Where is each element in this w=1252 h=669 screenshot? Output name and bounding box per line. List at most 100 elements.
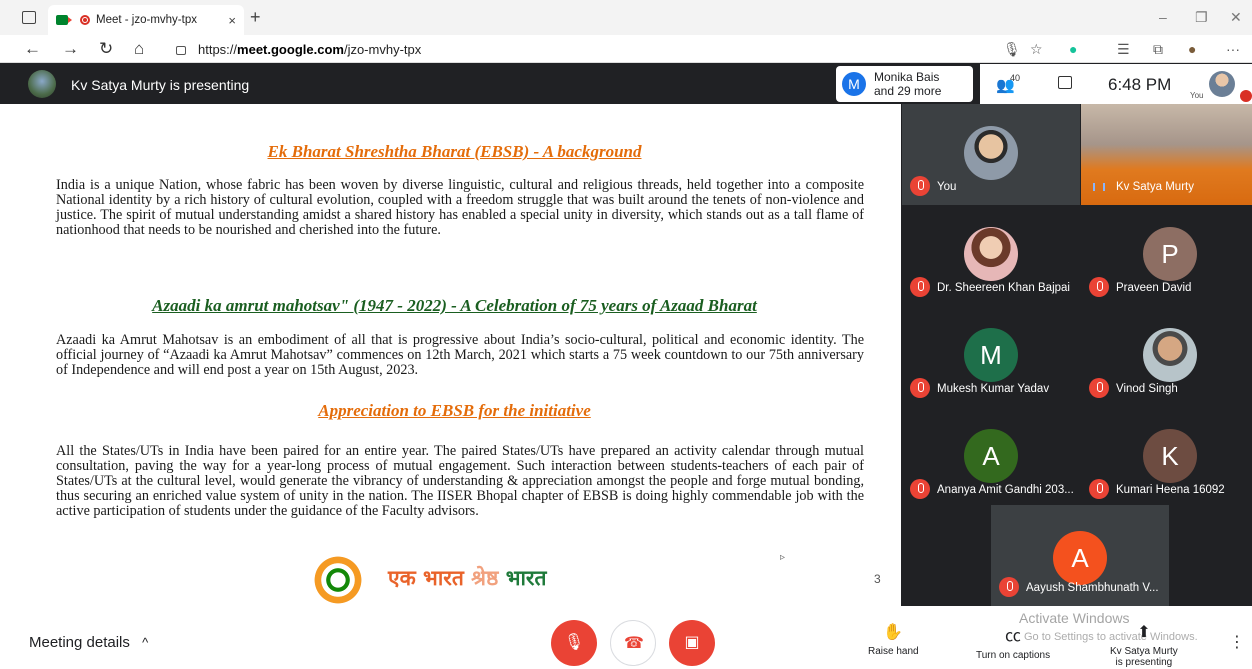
presenter-avatar bbox=[28, 70, 56, 98]
browser-menu-button[interactable]: ··· bbox=[1226, 41, 1240, 57]
presenting-banner: Kv Satya Murty is presenting bbox=[71, 77, 250, 93]
muted-mic-icon bbox=[1089, 378, 1109, 398]
browser-tab-meet[interactable]: Meet - jzo-mvhy-tpx × bbox=[48, 5, 244, 35]
ebsb-logo bbox=[305, 555, 371, 605]
browser-tab-bar: Meet - jzo-mvhy-tpx × + – ❐ ✕ bbox=[0, 0, 1252, 35]
speaker-avatar: M bbox=[842, 72, 866, 96]
muted-mic-icon bbox=[1089, 277, 1109, 297]
url-host: meet.google.com bbox=[237, 41, 344, 57]
participant-avatar bbox=[964, 227, 1018, 281]
active-speaker-more: and 29 more bbox=[874, 84, 942, 98]
chevron-up-icon: ^ bbox=[142, 635, 149, 650]
slide-heading-ebsb: Ek Bharat Shreshtha Bharat (EBSB) - A ba… bbox=[267, 142, 642, 161]
participant-name: Ananya Amit Gandhi 203... bbox=[937, 484, 1074, 496]
self-view-label: You bbox=[1190, 91, 1204, 100]
collections-icon[interactable]: ⧉ bbox=[1153, 41, 1163, 58]
reload-button[interactable]: ↻ bbox=[99, 39, 113, 59]
tab-title: Meet - jzo-mvhy-tpx bbox=[96, 14, 197, 26]
speaking-indicator-icon bbox=[1093, 183, 1105, 191]
participant-avatar: A bbox=[964, 429, 1018, 483]
participant-name: You bbox=[937, 181, 957, 193]
participant-avatar: K bbox=[1143, 429, 1197, 483]
participant-name: Kv Satya Murty bbox=[1116, 181, 1194, 193]
participant-count: 40 bbox=[1010, 73, 1021, 83]
new-tab-button[interactable]: + bbox=[250, 7, 261, 28]
raise-hand-label: Raise hand bbox=[868, 646, 919, 657]
participant-tile[interactable]: Vinod Singh bbox=[1081, 306, 1252, 407]
active-speakers-label: Monika Bais and 29 more bbox=[874, 70, 941, 98]
hand-icon: ✋ bbox=[883, 624, 904, 641]
participant-tile[interactable]: K Kumari Heena 16092 bbox=[1081, 407, 1252, 508]
meet-favicon-icon bbox=[56, 15, 72, 25]
chat-icon[interactable] bbox=[1058, 76, 1072, 89]
participant-avatar bbox=[964, 126, 1018, 180]
participant-tile[interactable]: A Aayush Shambhunath V... bbox=[991, 505, 1169, 606]
back-button[interactable]: ← bbox=[24, 39, 41, 59]
hang-up-icon: ☎ bbox=[624, 635, 644, 652]
present-screen-icon: ⬆ bbox=[1137, 624, 1151, 641]
participant-name: Vinod Singh bbox=[1116, 383, 1178, 395]
raise-hand-button[interactable]: ✋ Raise hand bbox=[868, 622, 919, 657]
favorites-icon[interactable]: ☰ bbox=[1117, 41, 1130, 58]
participant-avatar bbox=[1143, 328, 1197, 382]
slide-paragraph-ebsb: India is a unique Nation, whose fabric h… bbox=[56, 177, 864, 238]
leave-call-button[interactable]: ☎ bbox=[610, 620, 656, 666]
lock-icon bbox=[176, 46, 186, 55]
participant-name: Praveen David bbox=[1116, 282, 1192, 294]
more-options-button[interactable]: ⋮ bbox=[1229, 632, 1245, 652]
grammarly-extension-icon[interactable]: ● bbox=[1069, 41, 1077, 57]
muted-mic-icon bbox=[910, 277, 930, 297]
participant-name: Dr. Sheereen Khan Bajpai bbox=[937, 282, 1070, 294]
logo-word-bharat: भारत bbox=[505, 566, 547, 590]
muted-mic-icon bbox=[910, 479, 930, 499]
presentation-slide: Ek Bharat Shreshtha Bharat (EBSB) - A ba… bbox=[8, 104, 901, 606]
participant-tile[interactable]: P Praveen David bbox=[1081, 205, 1252, 306]
profile-avatar-icon[interactable]: ● bbox=[1188, 41, 1196, 57]
self-view-avatar[interactable] bbox=[1209, 71, 1235, 97]
meeting-details-label: Meeting details bbox=[29, 634, 130, 651]
presenting-line2: is presenting bbox=[1115, 657, 1173, 668]
mouse-pointer-icon: ▹ bbox=[780, 552, 786, 563]
captions-label: Turn on captions bbox=[976, 650, 1051, 661]
muted-mic-icon bbox=[1240, 90, 1252, 102]
participant-tile[interactable]: A Ananya Amit Gandhi 203... bbox=[902, 407, 1080, 508]
presenting-line1: Kv Satya Murty bbox=[1110, 646, 1178, 657]
muted-mic-icon bbox=[910, 378, 930, 398]
tab-actions-icon[interactable] bbox=[22, 11, 36, 24]
active-speaker-name: Monika Bais bbox=[874, 70, 940, 84]
presenting-status-button[interactable]: ⬆ Kv Satya Murty is presenting bbox=[1110, 622, 1178, 668]
camera-off-icon: ▣ bbox=[684, 634, 700, 651]
microphone-permission-icon[interactable]: 🎙 bbox=[1003, 41, 1021, 58]
participant-tile[interactable]: Dr. Sheereen Khan Bajpai bbox=[902, 205, 1080, 306]
address-bar-row: ← → ↻ ⌂ https://meet.google.com/jzo-mvhy… bbox=[0, 35, 1252, 63]
minimize-button[interactable]: – bbox=[1159, 9, 1167, 25]
slide-paragraph-azaadi: Azaadi ka Amrut Mahotsav is an embodimen… bbox=[56, 332, 864, 378]
participant-tile[interactable]: M Mukesh Kumar Yadav bbox=[902, 306, 1080, 407]
slide-page-number: 3 bbox=[874, 572, 881, 586]
participant-grid: You Kv Satya Murty Dr. Sheereen Khan Baj… bbox=[901, 104, 1252, 606]
camera-toggle-button[interactable]: ▣ bbox=[669, 620, 715, 666]
microphone-toggle-button[interactable]: 🎙 bbox=[551, 620, 597, 666]
participant-name: Mukesh Kumar Yadav bbox=[937, 383, 1050, 395]
restore-button[interactable]: ❐ bbox=[1195, 9, 1208, 26]
tab-close-icon[interactable]: × bbox=[228, 13, 236, 28]
participant-avatar: A bbox=[1053, 531, 1107, 585]
muted-mic-icon bbox=[999, 577, 1019, 597]
recording-indicator-icon bbox=[80, 15, 90, 25]
participant-avatar: P bbox=[1143, 227, 1197, 281]
forward-button[interactable]: → bbox=[62, 39, 79, 59]
favorite-star-icon[interactable]: ☆ bbox=[1030, 41, 1043, 58]
muted-mic-icon bbox=[1089, 479, 1109, 499]
home-button[interactable]: ⌂ bbox=[134, 39, 144, 59]
participant-tile[interactable]: You bbox=[902, 104, 1080, 205]
participant-video-tile[interactable]: Kv Satya Murty bbox=[1081, 104, 1252, 205]
url-field[interactable]: https://meet.google.com/jzo-mvhy-tpx bbox=[176, 38, 421, 60]
close-window-button[interactable]: ✕ bbox=[1230, 9, 1242, 26]
mic-off-icon: 🎙 bbox=[563, 634, 585, 651]
logo-word-ek-bharat: एक भारत bbox=[388, 566, 464, 590]
participant-name: Kumari Heena 16092 bbox=[1116, 484, 1225, 496]
slide-heading-azaadi: Azaadi ka amrut mahotsav" (1947 - 2022) … bbox=[152, 296, 757, 315]
ebsb-logo-text: एक भारत श्रेष्ठ भारत bbox=[388, 564, 546, 592]
meeting-details-button[interactable]: Meeting details ^ bbox=[29, 634, 148, 651]
muted-mic-icon bbox=[910, 176, 930, 196]
